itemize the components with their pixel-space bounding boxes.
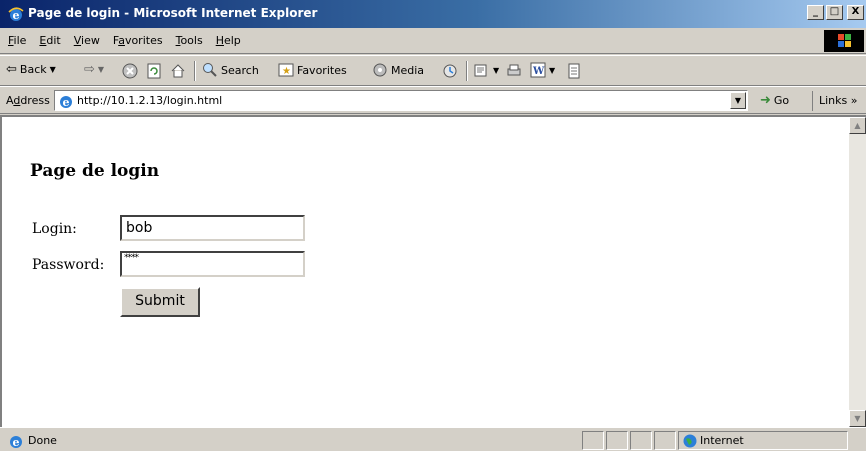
status-text: Done <box>28 434 57 447</box>
close-button[interactable]: X <box>847 5 864 20</box>
address-dropdown-icon[interactable]: ▼ <box>730 92 746 109</box>
globe-icon <box>683 434 697 448</box>
status-pane <box>582 431 604 450</box>
menu-edit[interactable]: Edit <box>39 34 60 47</box>
search-icon <box>203 63 217 77</box>
status-pane <box>606 431 628 450</box>
vertical-scrollbar[interactable]: ▲ ▼ <box>849 117 866 427</box>
scroll-up-icon[interactable]: ▲ <box>849 117 866 134</box>
page-icon: e <box>60 96 72 109</box>
address-bar: Address e http://10.1.2.13/login.html ▼ … <box>0 86 866 114</box>
maximize-button[interactable]: □ <box>826 5 843 20</box>
status-pane <box>630 431 652 450</box>
zone-label: Internet <box>700 434 744 447</box>
edit-button[interactable]: W ▼ <box>530 62 555 78</box>
menu-bar: File Edit View Favorites Tools Help <box>0 28 866 54</box>
status-pane <box>654 431 676 450</box>
page-content: Page de login Login: bob Password: **** … <box>0 115 866 427</box>
submit-button[interactable]: Submit <box>120 287 200 317</box>
login-value: bob <box>126 220 153 236</box>
address-url: http://10.1.2.13/login.html <box>77 94 223 107</box>
svg-text:W: W <box>532 66 545 77</box>
ie-logo-icon: e <box>8 7 24 22</box>
search-button[interactable]: Search <box>202 62 259 78</box>
status-bar: e Done Internet <box>0 427 866 451</box>
menu-favorites[interactable]: Favorites <box>113 34 163 47</box>
media-button[interactable]: Media <box>372 62 424 78</box>
links-button[interactable]: Links » <box>812 91 857 111</box>
favorites-button[interactable]: ★ Favorites <box>278 62 347 78</box>
forward-button[interactable]: ⇨ ▼ <box>84 62 104 77</box>
menu-tools[interactable]: Tools <box>176 34 203 47</box>
stop-icon[interactable] <box>122 63 138 79</box>
favorites-icon: ★ <box>278 63 294 77</box>
window-title: Page de login - Microsoft Internet Explo… <box>28 6 318 20</box>
standard-toolbar: ⇦ Back ▼ ⇨ ▼ Search ★ Favorites Media ▼ … <box>0 55 866 86</box>
svg-text:e: e <box>63 96 70 109</box>
edit-dropdown-icon: ▼ <box>549 65 556 75</box>
address-input[interactable]: e http://10.1.2.13/login.html ▼ <box>54 90 748 111</box>
svg-text:e: e <box>13 9 20 22</box>
page-status-icon: e <box>10 436 22 449</box>
mail-button[interactable]: ▼ <box>474 62 499 78</box>
svg-text:e: e <box>13 436 20 449</box>
page-title: Page de login <box>30 161 160 181</box>
home-icon[interactable] <box>170 63 186 79</box>
back-dropdown-icon: ▼ <box>49 65 56 74</box>
windows-throbber-icon <box>824 30 864 52</box>
menu-view[interactable]: View <box>74 34 100 47</box>
password-label: Password: <box>32 257 105 273</box>
forward-dropdown-icon: ▼ <box>97 65 105 74</box>
login-label: Login: <box>32 221 77 237</box>
password-field[interactable]: **** <box>120 251 305 277</box>
discuss-icon[interactable] <box>566 63 582 79</box>
back-arrow-icon: ⇦ <box>6 62 17 77</box>
password-mask: **** <box>124 253 139 263</box>
menu-file[interactable]: File <box>8 34 26 47</box>
title-bar[interactable]: e Page de login - Microsoft Internet Exp… <box>0 0 866 28</box>
go-arrow-icon: ➜ <box>760 93 771 108</box>
scroll-down-icon[interactable]: ▼ <box>849 410 866 427</box>
refresh-icon[interactable] <box>146 63 162 79</box>
back-button[interactable]: ⇦ Back ▼ <box>6 62 56 77</box>
history-icon[interactable] <box>442 63 458 79</box>
login-field[interactable]: bob <box>120 215 305 241</box>
address-label: Address <box>6 94 50 107</box>
minimize-button[interactable]: _ <box>807 5 824 20</box>
menu-help[interactable]: Help <box>216 34 241 47</box>
word-edit-icon: W <box>530 62 546 78</box>
mail-dropdown-icon: ▼ <box>493 65 500 75</box>
svg-text:★: ★ <box>282 66 291 77</box>
go-button[interactable]: ➜ Go <box>760 93 789 108</box>
forward-arrow-icon: ⇨ <box>84 62 95 77</box>
media-icon <box>373 63 387 77</box>
mail-icon <box>474 64 487 77</box>
print-icon[interactable] <box>506 63 522 79</box>
